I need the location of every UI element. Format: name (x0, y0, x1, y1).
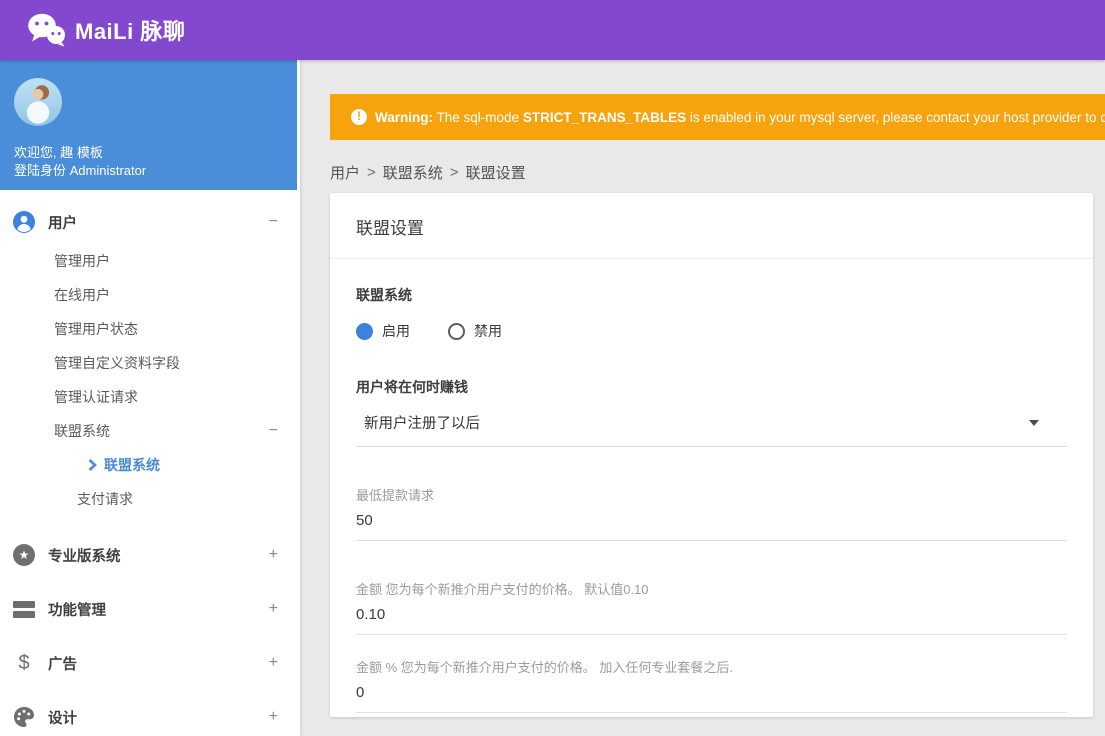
palette-icon (13, 706, 35, 728)
app-header: MaiLi 脉聊 (0, 0, 1105, 60)
role-text: 登陆身份 Administrator (14, 163, 147, 178)
collapse-icon[interactable]: − (269, 423, 278, 439)
chevron-right-icon (88, 459, 97, 471)
warning-text: Warning: The sql-mode STRICT_TRANS_TABLE… (375, 109, 1105, 125)
radio-unselected-icon[interactable] (448, 322, 465, 340)
sidebar-item-label: 支付请求 (77, 491, 133, 507)
sidebar-item-label: 管理认证请求 (54, 389, 138, 405)
card-header: 联盟设置 (330, 193, 1093, 259)
radio-disabled[interactable]: 禁用 (448, 321, 502, 341)
amount-label: 金额 您为每个新推介用户支付的价格。 默认值0.10 (356, 582, 649, 597)
sidebar-item-manage-users[interactable]: 管理用户 (0, 244, 300, 278)
expand-icon[interactable]: + (269, 709, 278, 725)
sidebar-item-label: 广告 (48, 656, 77, 673)
breadcrumb-current: 联盟设置 (465, 165, 526, 182)
brand: MaiLi 脉聊 (26, 12, 185, 48)
sidebar-item-label: 用户 (48, 215, 77, 232)
sidebar-item-label: 设计 (48, 710, 77, 727)
wechat-icon (26, 12, 68, 48)
amount-input[interactable] (356, 600, 1067, 635)
sidebar-item-label: 在线用户 (54, 287, 110, 303)
main-content: Warning: The sql-mode STRICT_TRANS_TABLE… (300, 60, 1105, 736)
affiliate-system-label: 联盟系统 (356, 287, 412, 303)
min-withdraw-label: 最低提款请求 (356, 488, 435, 503)
sidebar-item-payment-requests[interactable]: 支付请求 (0, 482, 300, 516)
sidebar-item-ads[interactable]: $ 广告 + (0, 636, 300, 690)
user-circle-icon (13, 211, 35, 233)
sidebar-item-label: 专业版系统 (48, 548, 121, 565)
sidebar: 欢迎您, 趣 模板 登陆身份 Administrator 用户 − 管理用户 在… (0, 60, 300, 736)
radio-enabled[interactable]: 启用 (356, 321, 410, 341)
amount-percent-input[interactable] (356, 678, 1067, 713)
breadcrumb-separator: > (449, 164, 459, 181)
sidebar-item-affiliate-system[interactable]: 联盟系统 − (0, 414, 300, 448)
sidebar-nav: 用户 − 管理用户 在线用户 管理用户状态 管理自定义资料字段 管理认证请求 联… (0, 190, 300, 736)
affiliate-system-group: 联盟系统 启用 禁用 (356, 285, 1067, 341)
breadcrumb-affiliate-system[interactable]: 联盟系统 (383, 162, 443, 183)
amount-percent-field: 金额 % 您为每个新推介用户支付的价格。 加入任何专业套餐之后. (356, 657, 1067, 713)
radio-selected-icon[interactable] (356, 322, 373, 340)
amount-field: 金额 您为每个新推介用户支付的价格。 默认值0.10 (356, 579, 1067, 635)
welcome-text: 欢迎您, 趣 模板 (14, 145, 103, 160)
dollar-icon: $ (18, 651, 30, 674)
expand-icon[interactable]: + (269, 601, 278, 617)
earn-when-label: 用户将在何时赚钱 (356, 379, 468, 395)
star-circle-icon: ★ (13, 544, 35, 566)
breadcrumb: 用户 > 联盟系统 > 联盟设置 (330, 162, 526, 183)
earn-when-select[interactable]: 新用户注册了以后 (356, 412, 1067, 447)
sidebar-item-affiliate-system-active[interactable]: 联盟系统 (0, 448, 300, 482)
min-withdraw-field: 最低提款请求 (356, 485, 1067, 541)
sidebar-item-online-users[interactable]: 在线用户 (0, 278, 300, 312)
sidebar-item-custom-fields[interactable]: 管理自定义资料字段 (0, 346, 300, 380)
earn-when-group: 用户将在何时赚钱 新用户注册了以后 (356, 377, 1067, 447)
warning-banner: Warning: The sql-mode STRICT_TRANS_TABLE… (330, 94, 1105, 140)
amount-percent-label: 金额 % 您为每个新推介用户支付的价格。 加入任何专业套餐之后. (356, 660, 734, 675)
exclamation-circle-icon (351, 109, 367, 125)
earn-when-selected-value: 新用户注册了以后 (364, 416, 480, 432)
sidebar-item-verification-requests[interactable]: 管理认证请求 (0, 380, 300, 414)
app-title: MaiLi 脉聊 (75, 19, 186, 44)
user-photo-avatar[interactable] (14, 78, 62, 126)
breadcrumb-users[interactable]: 用户 (330, 162, 360, 183)
sidebar-item-pro-system[interactable]: ★ 专业版系统 + (0, 528, 300, 582)
sidebar-item-label: 功能管理 (48, 602, 106, 619)
breadcrumb-separator: > (367, 164, 376, 181)
sidebar-item-design[interactable]: 设计 + (0, 690, 300, 736)
collapse-icon[interactable]: − (269, 214, 278, 230)
expand-icon[interactable]: + (269, 547, 278, 563)
sidebar-item-label: 管理用户状态 (54, 321, 138, 337)
bars-icon (13, 600, 35, 618)
sidebar-item-label: 联盟系统 (54, 423, 110, 439)
sidebar-item-label: 联盟系统 (104, 457, 160, 473)
chevron-down-icon (1029, 419, 1039, 426)
page-title: 联盟设置 (356, 219, 424, 238)
profile-panel: 欢迎您, 趣 模板 登陆身份 Administrator (0, 60, 297, 190)
sidebar-item-feature-management[interactable]: 功能管理 + (0, 582, 300, 636)
affiliate-settings-card: 联盟设置 联盟系统 启用 禁用 用户将在何时赚钱 新用户注册了以后 最低提款请求… (330, 193, 1093, 717)
sidebar-item-label: 管理用户 (54, 253, 110, 269)
sidebar-item-label: 管理自定义资料字段 (54, 355, 180, 371)
min-withdraw-input[interactable] (356, 506, 1067, 541)
sidebar-item-user-status[interactable]: 管理用户状态 (0, 312, 300, 346)
sidebar-item-users[interactable]: 用户 − (0, 200, 300, 244)
expand-icon[interactable]: + (269, 655, 278, 671)
